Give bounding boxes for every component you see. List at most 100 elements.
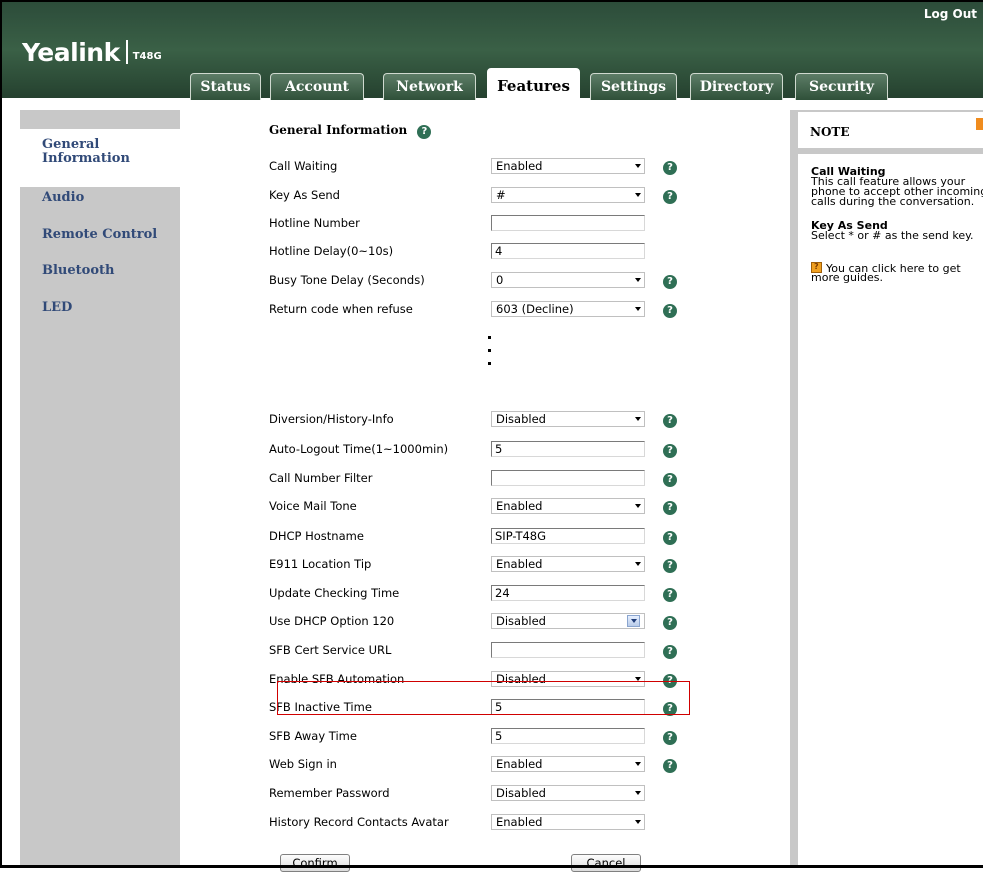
chevron-down-icon — [635, 278, 641, 282]
selected-value: Disabled — [496, 786, 546, 800]
dropdown-select[interactable]: Disabled — [491, 785, 645, 801]
chevron-down-icon — [635, 417, 641, 421]
frame-border — [0, 0, 2, 868]
text-input[interactable]: 5 — [491, 441, 645, 457]
tab-features[interactable]: Features — [487, 68, 580, 100]
selected-value: Enabled — [496, 159, 543, 173]
help-icon[interactable]: ? — [663, 616, 677, 630]
field-label: Web Sign in — [269, 757, 337, 771]
sidebar-item-bluetooth[interactable]: Bluetooth — [42, 264, 114, 278]
text-input[interactable] — [491, 642, 645, 658]
section-title: General Information ? — [269, 123, 432, 139]
dropdown-select[interactable]: Enabled — [491, 556, 645, 572]
input-value: 4 — [495, 244, 503, 258]
selected-value: Enabled — [496, 499, 543, 513]
selected-value: 603 (Decline) — [496, 302, 574, 316]
input-value: 24 — [495, 586, 510, 600]
help-icon[interactable]: ? — [663, 190, 677, 204]
dropdown-select[interactable]: Enabled — [491, 498, 645, 514]
yealink-logo: Yealink T48G — [22, 38, 162, 67]
chevron-down-icon — [635, 307, 641, 311]
sidebar-item-led[interactable]: LED — [42, 301, 72, 315]
text-input[interactable]: 24 — [491, 585, 645, 601]
field-label: SFB Cert Service URL — [269, 643, 392, 657]
highlight-box — [277, 681, 690, 715]
input-value: 5 — [495, 442, 503, 456]
sidebar-item-general-information[interactable]: General Information — [42, 138, 130, 166]
cancel-button[interactable]: Cancel — [571, 854, 641, 872]
input-value: SIP-T48G — [495, 529, 547, 543]
chevron-down-icon — [635, 562, 641, 566]
logout-link[interactable]: Log Out — [924, 7, 977, 21]
dropdown-select[interactable]: Disabled — [491, 411, 645, 427]
help-icon[interactable]: ? — [663, 588, 677, 602]
tab-security[interactable]: Security — [795, 73, 888, 100]
tab-directory[interactable]: Directory — [690, 73, 783, 100]
text-input[interactable] — [491, 215, 645, 231]
selected-value: 0 — [496, 273, 504, 287]
text-input[interactable]: 5 — [491, 728, 645, 744]
dropdown-select[interactable]: Enabled — [491, 158, 645, 174]
confirm-button[interactable]: Confirm — [280, 854, 350, 872]
section-title-text: General Information — [269, 123, 408, 137]
selected-value: Enabled — [496, 557, 543, 571]
chevron-down-icon — [635, 504, 641, 508]
note-flag-icon — [976, 118, 983, 130]
note-key-as-send-text: Select * or # as the send key. — [811, 229, 974, 242]
dropdown-select[interactable]: Disabled — [491, 613, 645, 629]
chevron-down-icon — [635, 762, 641, 766]
text-input[interactable]: SIP-T48G — [491, 528, 645, 544]
help-icon[interactable]: ? — [663, 531, 677, 545]
dropdown-select[interactable]: # — [491, 187, 645, 203]
field-label: DHCP Hostname — [269, 529, 364, 543]
tab-account[interactable]: Account — [270, 73, 364, 100]
sidebar-item-label: General — [42, 137, 100, 152]
help-icon[interactable]: ? — [663, 559, 677, 573]
field-label: Use DHCP Option 120 — [269, 614, 395, 628]
settings-form: General Information ? Call Waiting Enable… — [180, 110, 790, 872]
sidebar: General Information Audio Remote Control… — [20, 110, 188, 865]
help-icon[interactable]: ? — [663, 161, 677, 175]
dropdown-select[interactable]: 603 (Decline) — [491, 301, 645, 317]
field-label: Call Number Filter — [269, 471, 373, 485]
help-icon[interactable]: ? — [663, 304, 677, 318]
chevron-down-icon — [635, 791, 641, 795]
dropdown-select[interactable]: 0 — [491, 272, 645, 288]
help-icon[interactable]: ? — [663, 275, 677, 289]
help-icon[interactable]: ? — [663, 501, 677, 515]
tab-status[interactable]: Status — [190, 73, 261, 100]
help-icon[interactable]: ? — [663, 759, 677, 773]
frame-border — [0, 0, 983, 2]
note-title: NOTE — [810, 125, 850, 139]
chevron-down-icon — [635, 164, 641, 168]
field-label: SFB Away Time — [269, 729, 357, 743]
header-bar: Log Out Yealink T48G Status Account Netwo… — [2, 2, 983, 100]
input-value: 5 — [495, 729, 503, 743]
field-label: History Record Contacts Avatar — [269, 815, 449, 829]
help-icon[interactable]: ? — [663, 414, 677, 428]
sidebar-item-audio[interactable]: Audio — [42, 191, 84, 205]
chevron-down-icon — [627, 615, 640, 627]
chevron-down-icon — [635, 820, 641, 824]
help-icon[interactable]: ? — [417, 125, 432, 139]
note-body: Call Waiting This call feature allows yo… — [798, 154, 983, 865]
text-input[interactable]: 4 — [491, 243, 645, 259]
note-call-waiting-line: calls during the conversation. — [811, 195, 975, 208]
text-input[interactable] — [491, 470, 645, 486]
ellipsis-dots — [488, 336, 492, 375]
selected-value: Disabled — [496, 614, 546, 628]
help-icon[interactable]: ? — [663, 444, 677, 458]
help-icon[interactable]: ? — [663, 731, 677, 745]
help-icon[interactable]: ? — [663, 473, 677, 487]
sidebar-item-remote-control[interactable]: Remote Control — [42, 228, 157, 242]
field-label: Key As Send — [269, 188, 340, 202]
selected-value: Enabled — [496, 757, 543, 771]
field-label: E911 Location Tip — [269, 557, 372, 571]
dropdown-select[interactable]: Enabled — [491, 756, 645, 772]
logo-divider — [125, 40, 128, 64]
help-icon[interactable]: ? — [663, 645, 677, 659]
selected-value: Disabled — [496, 412, 546, 426]
dropdown-select[interactable]: Enabled — [491, 814, 645, 830]
tab-settings[interactable]: Settings — [590, 73, 677, 100]
tab-network[interactable]: Network — [383, 73, 476, 100]
